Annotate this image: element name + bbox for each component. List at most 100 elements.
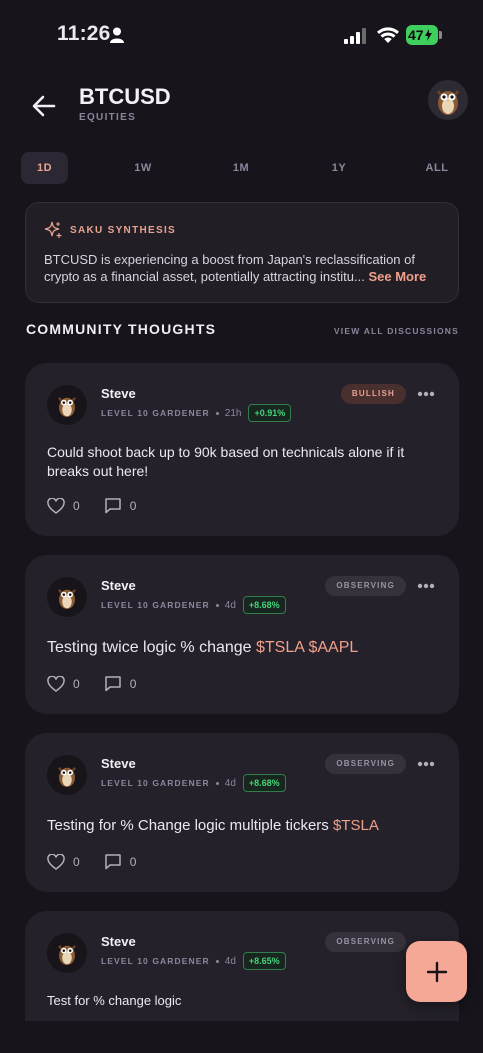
ticker-category: EQUITIES — [79, 112, 137, 123]
author-avatar[interactable] — [47, 755, 87, 795]
comment-button[interactable]: 0 — [104, 853, 137, 870]
bottom-fade — [0, 1021, 483, 1053]
post-age: 21h — [224, 407, 242, 419]
battery-cap — [439, 31, 442, 39]
post-meta: LEVEL 10 GARDENER 4d +8.65% — [101, 952, 286, 970]
post-meta: LEVEL 10 GARDENER 4d +8.68% — [101, 774, 286, 792]
post-actions: 0 0 — [47, 497, 136, 514]
comment-icon — [104, 498, 121, 514]
comment-button[interactable]: 0 — [104, 675, 137, 692]
person-icon — [110, 27, 124, 43]
comment-button[interactable]: 0 — [104, 497, 137, 514]
tab-1d[interactable]: 1D — [21, 152, 68, 184]
like-count: 0 — [73, 854, 80, 869]
community-title: COMMUNITY THOUGHTS — [26, 321, 217, 337]
profile-avatar[interactable] — [428, 80, 468, 120]
post-author[interactable]: Steve — [101, 756, 136, 771]
synthesis-text: BTCUSD is experiencing a boost from Japa… — [44, 251, 444, 285]
tab-all[interactable]: ALL — [421, 152, 453, 184]
synthesis-header: SAKU SYNTHESIS — [44, 221, 176, 239]
sentiment-badge: OBSERVING — [325, 754, 406, 774]
sentiment-badge: OBSERVING — [325, 932, 406, 952]
post-body: Testing for % Change logic multiple tick… — [47, 816, 437, 836]
post-age: 4d — [224, 599, 236, 611]
like-count: 0 — [73, 676, 80, 691]
post-body: Could shoot back up to 90k based on tech… — [47, 443, 427, 481]
post-meta: LEVEL 10 GARDENER 21h +0.91% — [101, 404, 292, 422]
post-text: Testing for % Change logic multiple tick… — [47, 817, 333, 834]
post-author[interactable]: Steve — [101, 578, 136, 593]
wifi-icon — [377, 27, 399, 43]
heart-icon — [47, 675, 65, 692]
cashtags[interactable]: $TSLA — [333, 817, 379, 834]
author-level: LEVEL 10 GARDENER — [101, 778, 210, 788]
post-author[interactable]: Steve — [101, 386, 136, 401]
heart-icon — [47, 497, 65, 514]
author-level: LEVEL 10 GARDENER — [101, 956, 210, 966]
comment-count: 0 — [129, 498, 137, 513]
author-avatar[interactable] — [47, 385, 87, 425]
see-more-link[interactable]: See More — [368, 269, 426, 284]
owl-avatar-icon — [58, 589, 76, 609]
more-options-icon[interactable] — [417, 761, 435, 767]
author-level: LEVEL 10 GARDENER — [101, 408, 210, 418]
owl-avatar-icon — [436, 90, 460, 115]
comment-count: 0 — [129, 854, 137, 869]
author-level: LEVEL 10 GARDENER — [101, 600, 210, 610]
sentiment-badge: OBSERVING — [325, 576, 406, 596]
author-avatar[interactable] — [47, 933, 87, 973]
charging-bolt-icon — [424, 29, 432, 41]
post-age: 4d — [224, 777, 236, 789]
like-button[interactable]: 0 — [47, 497, 80, 514]
owl-avatar-icon — [58, 767, 76, 787]
meta-separator — [215, 603, 219, 607]
tab-1y[interactable]: 1Y — [325, 152, 353, 184]
new-post-button[interactable] — [406, 941, 467, 1002]
time-range-tabs: 1D 1W 1M 1Y ALL — [21, 152, 461, 184]
price-change-badge: +8.68% — [242, 596, 286, 614]
comment-icon — [104, 854, 121, 870]
post-card[interactable]: Steve LEVEL 10 GARDENER 4d +8.68% OBSERV… — [25, 733, 459, 892]
price-change-badge: +8.65% — [242, 952, 286, 970]
post-age: 4d — [224, 955, 236, 967]
status-bar: 11:26 47 — [0, 0, 483, 70]
plus-icon — [426, 961, 447, 982]
post-card[interactable]: Steve LEVEL 10 GARDENER 4d +8.68% OBSERV… — [25, 555, 459, 714]
back-arrow-icon[interactable] — [30, 92, 58, 120]
owl-avatar-icon — [58, 945, 76, 965]
post-meta: LEVEL 10 GARDENER 4d +8.68% — [101, 596, 286, 614]
meta-separator — [215, 411, 219, 415]
post-actions: 0 0 — [47, 853, 136, 870]
meta-separator — [215, 959, 219, 963]
price-change-badge: +0.91% — [248, 404, 292, 422]
price-change-badge: +8.68% — [242, 774, 286, 792]
post-card[interactable]: Steve LEVEL 10 GARDENER 21h +0.91% BULLI… — [25, 363, 459, 536]
view-all-discussions-link[interactable]: VIEW ALL DISCUSSIONS — [334, 326, 459, 336]
post-text: Test for % change logic — [47, 993, 182, 1008]
post-body: Test for % change logic — [47, 992, 437, 1010]
synthesis-label: SAKU SYNTHESIS — [70, 224, 176, 236]
tab-1m[interactable]: 1M — [227, 152, 255, 184]
like-button[interactable]: 0 — [47, 675, 80, 692]
ticker-title: BTCUSD — [79, 84, 171, 109]
owl-avatar-icon — [58, 397, 76, 417]
tab-1w[interactable]: 1W — [129, 152, 157, 184]
like-count: 0 — [73, 498, 80, 513]
cashtags[interactable]: $TSLA $AAPL — [256, 639, 358, 656]
cellular-signal-icon — [344, 28, 366, 44]
author-avatar[interactable] — [47, 577, 87, 617]
heart-icon — [47, 853, 65, 870]
battery-level: 47 — [408, 27, 424, 43]
comment-count: 0 — [129, 676, 137, 691]
like-button[interactable]: 0 — [47, 853, 80, 870]
synthesis-card: SAKU SYNTHESIS BTCUSD is experiencing a … — [25, 202, 459, 303]
more-options-icon[interactable] — [417, 583, 435, 589]
post-actions: 0 0 — [47, 675, 136, 692]
post-text: Testing twice logic % change — [47, 639, 256, 656]
post-author[interactable]: Steve — [101, 934, 136, 949]
synthesis-body: BTCUSD is experiencing a boost from Japa… — [44, 252, 415, 284]
meta-separator — [215, 781, 219, 785]
sentiment-badge: BULLISH — [340, 384, 406, 404]
more-options-icon[interactable] — [417, 391, 435, 397]
battery-indicator: 47 — [406, 25, 438, 45]
